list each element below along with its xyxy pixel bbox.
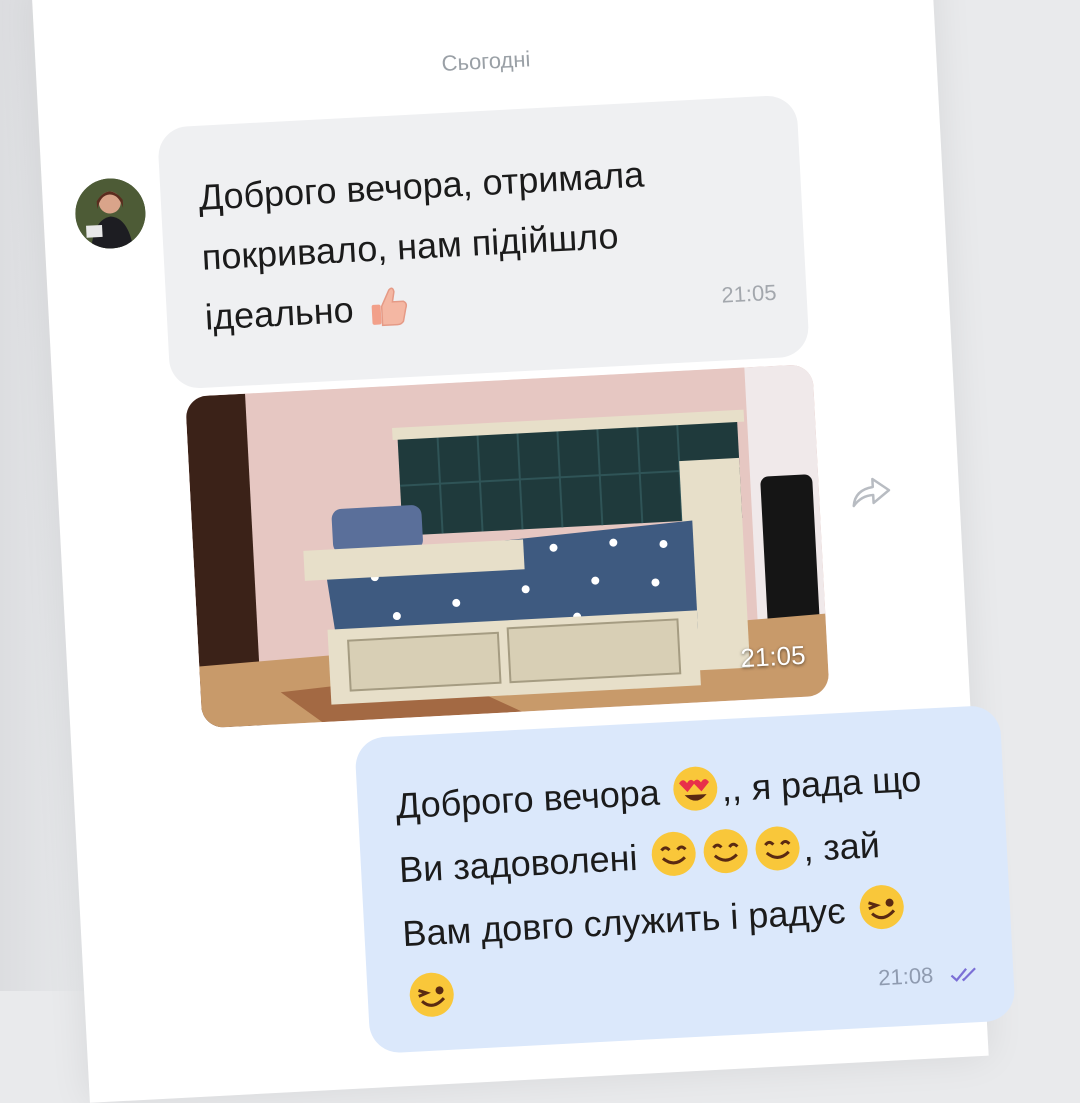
date-separator: Сьогодні: [440, 46, 531, 76]
thumbs-up-icon: [371, 287, 407, 327]
outgoing-line-2b: , зай: [802, 824, 881, 870]
share-icon[interactable]: [848, 470, 894, 512]
photo-time: 21:05: [739, 639, 807, 674]
outgoing-line-1a: Доброго вечора: [394, 771, 661, 827]
winking-face-emoji-icon: [859, 885, 904, 930]
outgoing-time: 21:08: [877, 962, 934, 991]
smiling-face-emoji-icon: [651, 831, 696, 876]
outgoing-line-3: Вам довго служить і радує: [401, 890, 847, 955]
outgoing-status: 21:08: [878, 960, 984, 991]
chat-screen: Сьогодні Доброго вечора, отримала покрив…: [31, 0, 1016, 1103]
incoming-time: 21:05: [720, 279, 778, 308]
incoming-message[interactable]: Доброго вечора, отримала покривало, нам …: [156, 94, 810, 390]
heart-eyes-emoji-icon: [673, 766, 718, 811]
smiling-face-emoji-icon: [755, 826, 800, 871]
incoming-line-3: ідеально: [203, 288, 355, 338]
smiling-face-emoji-icon: [703, 829, 748, 874]
photo-message[interactable]: 21:05: [185, 363, 830, 729]
outgoing-message[interactable]: Доброго вечора ,, я рада що Ви задоволен…: [354, 704, 1016, 1055]
contact-avatar[interactable]: [73, 176, 148, 251]
outgoing-line-2a: Ви задоволені: [398, 836, 639, 891]
bed-photo-image: [185, 363, 830, 729]
read-double-check-icon: [950, 967, 976, 982]
winking-face-emoji-icon: [409, 972, 454, 1017]
outgoing-line-1b: ,, я рада що: [720, 757, 923, 810]
